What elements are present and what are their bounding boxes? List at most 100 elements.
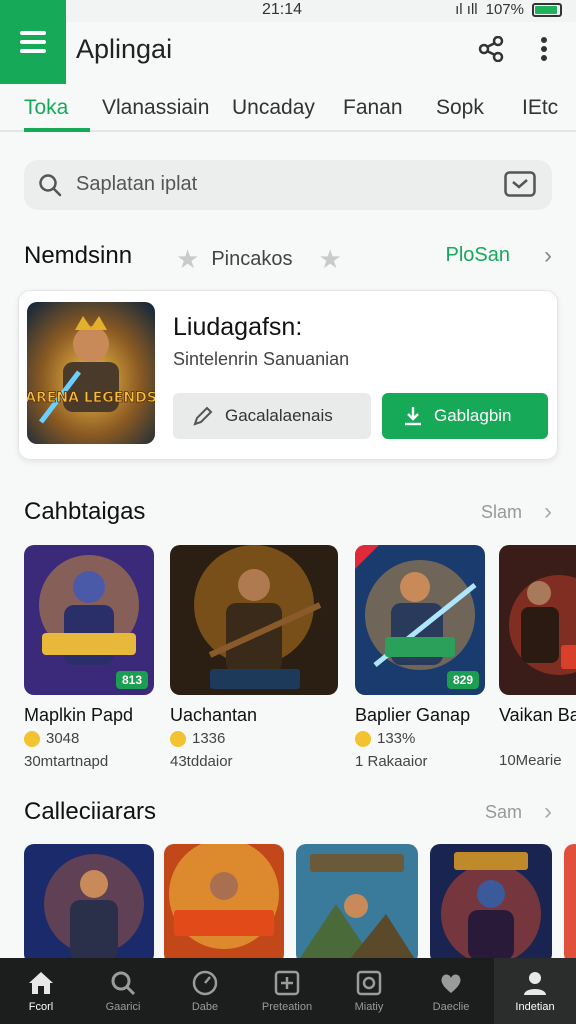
section1-title: Cahbtaigas [24,498,146,525]
search-bar [24,160,552,210]
section2-header: Calleciiarars Sam › [24,798,552,832]
library-icon [356,970,382,996]
nav-label: Gaarici [105,1001,141,1013]
game-rating: 133% [355,730,485,747]
game-downloads: 1 Rakaaior [355,753,428,770]
game-rating-value: 133% [377,730,416,747]
game-name: Maplkin Papd [24,705,134,725]
edit-icon [193,406,213,426]
game-badge: 813 [115,671,148,689]
recommended-link[interactable]: PloSan [446,244,511,267]
game-card[interactable]: Uachantan 1336 43tddaior [170,545,338,770]
nav-label: Dabe [191,1001,219,1013]
featured-app-title: Liudagafsn: [173,313,303,341]
section1-game-list: 813 Maplkin Papd 3048 30mtartnapd Uachan… [24,545,576,775]
rating-label: Pincakos [211,248,293,270]
more-options-button[interactable] [532,34,556,64]
coin-icon [24,730,40,747]
game-thumbnail [296,844,418,958]
section2-title: Calleciiarars [24,798,157,825]
game-thumbnail [24,844,154,958]
game-card[interactable]: 813 Maplkin Papd 3048 30mtartnapd [24,545,154,770]
nav-item-daeclie[interactable]: Daeclie [410,958,492,1024]
game-thumbnail [499,545,576,695]
game-downloads: 30mtartnapd [24,753,109,770]
game-card[interactable] [164,844,284,958]
install-icon [405,407,421,426]
star-icon: ★ [318,244,342,274]
featured-secondary-button[interactable]: Gacalalaenais [173,393,371,439]
game-thumbnail: 829 [355,545,485,695]
game-downloads: 10Mearie [499,752,562,769]
recommended-title: Nemdsinn [24,242,133,269]
tab-sopk[interactable]: Sopk [436,96,484,120]
nav-item-search[interactable]: Gaarici [82,958,164,1024]
nav-item-profile[interactable]: Indetian [494,958,576,1024]
game-name: Uachantan [170,705,258,725]
nav-label: Indetian [515,1001,555,1013]
star-icon: ★ [176,244,200,274]
game-rating: 1336 [170,730,338,747]
game-thumbnail [430,844,552,958]
game-card[interactable] [296,844,418,958]
section1-see-all[interactable]: Slam [481,502,522,523]
share-icon [478,36,504,62]
app-title: Aplingai [76,34,173,64]
tab-toka[interactable]: Toka [24,96,68,120]
game-thumbnail [170,545,338,695]
home-icon [29,972,53,994]
bottom-nav: Fcorl Gaarici Dabe Preteation Miatiy Dae… [0,958,576,1024]
game-card[interactable]: 829 Baplier Ganap 133% 1 Rakaaior [355,545,485,770]
search-input[interactable] [76,173,456,196]
nav-item-home[interactable]: Fcorl [0,958,82,1024]
section1-header: Cahbtaigas Slam › [24,498,552,532]
nav-item-dabe[interactable]: Dabe [164,958,246,1024]
game-thumbnail [564,844,576,958]
search-icon [111,971,136,996]
tab-uncaday[interactable]: Uncaday [232,96,315,120]
tab-fanan[interactable]: Fanan [343,96,403,120]
tab-bar: Toka Vlanassiain Uncaday Fanan Sopk IEtc [0,86,576,132]
featured-app-card[interactable]: ARENA LEGENDS Liudagafsn: Sintelenrin Sa… [18,290,558,460]
game-rating-value: 3048 [46,730,80,747]
chevron-right-icon[interactable]: › [544,798,552,826]
game-thumbnail: 813 [24,545,154,695]
featured-secondary-label: Gacalalaenais [225,406,333,425]
search-icon [39,174,62,197]
nav-label: Fcorl [28,1001,54,1013]
menu-button[interactable] [0,0,66,84]
app-bar: Aplingai [0,0,576,84]
tab-ietc[interactable]: IEtc [522,96,558,120]
section2-game-list [24,844,576,958]
featured-primary-label: Gablagbin [434,406,512,425]
game-card[interactable] [430,844,552,958]
nav-item-preteation[interactable]: Preteation [246,958,328,1024]
gauge-icon [192,970,218,996]
game-card[interactable] [564,844,576,958]
more-vert-icon [541,37,547,61]
chevron-right-icon[interactable]: › [544,242,552,270]
active-tab-indicator [24,128,90,132]
game-card[interactable]: Vaikan Ba 10Mearie [499,545,576,769]
featured-app-thumbnail: ARENA LEGENDS [27,302,155,444]
nav-label: Preteation [261,1001,313,1013]
scan-icon[interactable] [504,171,536,197]
game-badge: 829 [446,671,479,689]
section2-see-all[interactable]: Sam [485,802,522,823]
rating-filter[interactable]: ★ Pincakos ★ [176,244,342,275]
game-rating-value: 1336 [192,730,226,747]
coin-icon [170,730,186,747]
tab-vlanassiain[interactable]: Vlanassiain [102,96,209,120]
game-card[interactable] [24,844,154,958]
chevron-right-icon[interactable]: › [544,498,552,526]
game-name: Baplier Ganap [355,705,471,725]
menu-icon [20,31,46,53]
featured-app-subtitle: Sintelenrin Sanuanian [173,349,350,369]
game-name: Vaikan Ba [499,705,576,725]
add-box-icon [274,970,300,996]
nav-item-miatiy[interactable]: Miatiy [328,958,410,1024]
featured-primary-button[interactable]: Gablagbin [382,393,548,439]
coin-icon [355,730,371,747]
share-button[interactable] [476,34,506,64]
heart-icon [441,974,461,993]
